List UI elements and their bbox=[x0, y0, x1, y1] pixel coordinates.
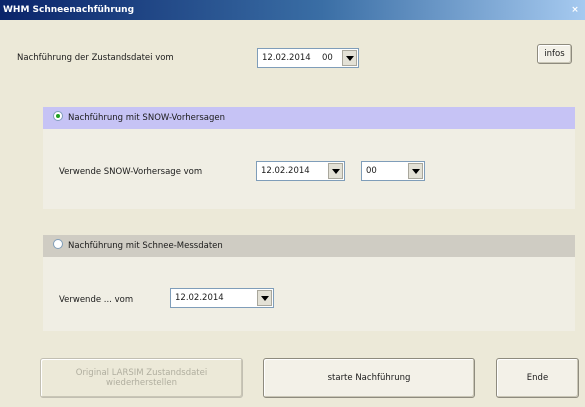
snow-hour-combo[interactable]: 00 bbox=[361, 161, 425, 181]
mess-radio-label: Nachführung mit Schnee-Messdaten bbox=[68, 241, 223, 251]
snow-radio-button[interactable] bbox=[53, 111, 63, 121]
mess-date-combo[interactable]: 12.02.2014 bbox=[170, 288, 274, 308]
mess-group-body: Verwende ... vom 12.02.2014 bbox=[43, 257, 575, 331]
chevron-down-icon[interactable] bbox=[257, 290, 272, 306]
snow-date-value: 12.02.2014 bbox=[261, 166, 310, 176]
chevron-down-icon[interactable] bbox=[328, 163, 343, 179]
end-button[interactable]: Ende bbox=[496, 358, 579, 398]
snow-date-combo[interactable]: 12.02.2014 bbox=[256, 161, 345, 181]
dialog-window: WHM Schneenachführung × Nachführung der … bbox=[0, 0, 585, 407]
chevron-down-icon[interactable] bbox=[408, 163, 423, 179]
restore-line-1: Original LARSIM Zustandsdatei bbox=[75, 368, 208, 378]
state-file-hour-value: 00 bbox=[322, 53, 333, 63]
mess-group-header[interactable]: Nachführung mit Schnee-Messdaten bbox=[43, 235, 575, 257]
restore-state-file-button[interactable]: Original LARSIM Zustandsdatei wiederhers… bbox=[40, 358, 243, 398]
snow-group-header[interactable]: Nachführung mit SNOW-Vorhersagen bbox=[43, 107, 575, 129]
start-update-button[interactable]: starte Nachführung bbox=[263, 358, 475, 398]
mess-data-label: Verwende ... vom bbox=[59, 295, 134, 305]
mess-date-value: 12.02.2014 bbox=[175, 293, 224, 303]
snow-hour-value: 00 bbox=[366, 166, 377, 176]
restore-line-2: wiederherstellen bbox=[106, 378, 177, 388]
close-icon[interactable]: × bbox=[568, 3, 582, 17]
window-title: WHM Schneenachführung bbox=[3, 5, 135, 15]
mess-radio-button[interactable] bbox=[53, 239, 63, 249]
snow-group-body: Verwende SNOW-Vorhersage vom 12.02.2014 … bbox=[43, 129, 575, 209]
title-bar: WHM Schneenachführung × bbox=[0, 0, 585, 20]
snow-radio-label: Nachführung mit SNOW-Vorhersagen bbox=[68, 113, 225, 123]
state-file-date-value: 12.02.2014 bbox=[262, 53, 311, 63]
chevron-down-icon[interactable] bbox=[342, 50, 357, 66]
state-file-date-combo[interactable]: 12.02.2014 00 bbox=[257, 48, 359, 68]
state-file-date-label: Nachführung der Zustandsdatei vom bbox=[17, 53, 174, 63]
info-button[interactable]: infos bbox=[537, 44, 572, 64]
snow-forecast-label: Verwende SNOW-Vorhersage vom bbox=[59, 167, 203, 177]
